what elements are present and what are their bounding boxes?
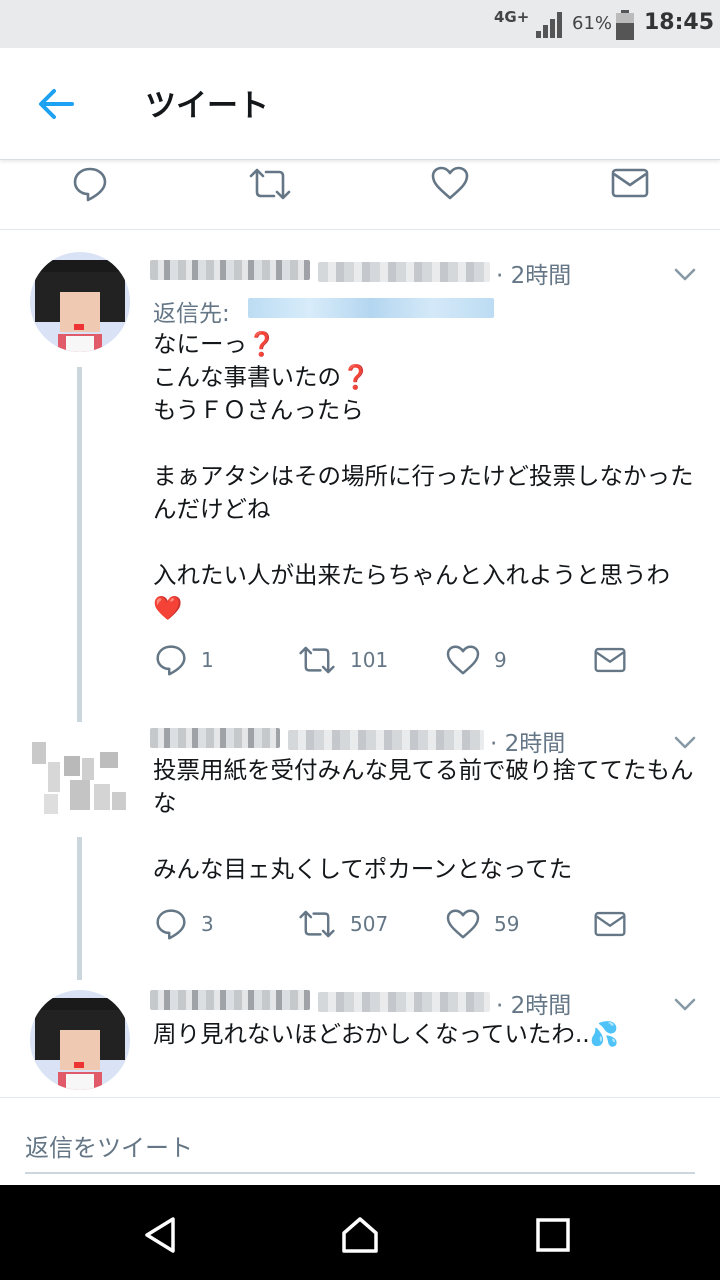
reply-button[interactable]: 3 (155, 904, 214, 944)
clock: 18:45 (644, 10, 715, 35)
retweet-count: 507 (350, 912, 389, 936)
android-nav-bar (0, 1185, 720, 1280)
avatar[interactable] (30, 252, 130, 352)
avatar[interactable] (30, 990, 130, 1090)
tweet-time: · 2時間 (490, 731, 566, 757)
battery-percent: 61% (572, 13, 613, 34)
tweet-3[interactable]: · 2時間 周り見れないほどおかしくなっていたわ..💦 (0, 980, 720, 1097)
dm-icon (594, 647, 626, 673)
back-arrow-icon[interactable] (36, 86, 76, 122)
reply-to-label: 返信先: (153, 301, 230, 327)
tweet-text: 周り見れないほどおかしくなっていたわ..💦 (153, 1020, 620, 1048)
display-name[interactable] (150, 728, 280, 748)
signal-icon (536, 12, 562, 38)
tweet-text: 投票用紙を受付みんな見てる前で破り捨ててたもんな みんな目ェ丸くしてポカーンとな… (153, 756, 694, 883)
display-name[interactable] (150, 990, 310, 1010)
display-name[interactable] (150, 260, 310, 280)
battery-icon (616, 10, 634, 40)
dm-button[interactable] (594, 640, 626, 680)
avatar-image (30, 732, 130, 832)
like-count: 59 (494, 912, 520, 936)
tweet-time: · 2時間 (496, 263, 572, 289)
dm-button[interactable] (594, 904, 626, 944)
status-bar: 4G+ 61% 18:45 (0, 0, 720, 48)
reply-button[interactable]: 1 (155, 640, 214, 680)
network-type: 4G+ (494, 8, 530, 26)
reply-icon (156, 645, 186, 676)
tweet-actions: 1 101 9 (0, 640, 720, 680)
tweet-1[interactable]: · 2時間 返信先: なにーっ❓ こんな事書いたの❓ もうＦＯさんったら まぁア… (0, 232, 720, 722)
input-underline (25, 1172, 695, 1174)
retweet-count: 101 (350, 648, 389, 672)
username[interactable] (318, 992, 490, 1012)
retweet-icon (299, 910, 335, 938)
caret-icon[interactable] (674, 736, 696, 750)
avatar-image (30, 990, 130, 1090)
dm-icon (594, 911, 626, 937)
reply-count: 1 (201, 648, 214, 672)
retweet-icon[interactable] (248, 168, 292, 200)
like-button[interactable]: 59 (446, 904, 519, 944)
app-header: ツイート (0, 48, 720, 160)
reply-count: 3 (201, 912, 214, 936)
nav-recents-icon[interactable] (533, 1215, 573, 1255)
reply-to-handle[interactable] (248, 298, 494, 318)
like-button[interactable]: 9 (446, 640, 507, 680)
reply-composer: 返信をツイート (0, 1097, 720, 1185)
like-count: 9 (494, 648, 507, 672)
caret-icon[interactable] (674, 998, 696, 1012)
tweet-2[interactable]: · 2時間 投票用紙を受付みんな見てる前で破り捨ててたもんな みんな目ェ丸くして… (0, 712, 720, 980)
retweet-icon (299, 646, 335, 674)
like-icon (446, 909, 480, 939)
reply-icon (156, 909, 186, 940)
avatar-image (30, 252, 130, 352)
username[interactable] (318, 262, 490, 282)
tweet-actions: 3 507 59 (0, 904, 720, 944)
username[interactable] (288, 730, 484, 750)
retweet-button[interactable]: 507 (298, 904, 388, 944)
reply-input[interactable]: 返信をツイート (25, 1128, 193, 1163)
reply-icon[interactable] (72, 166, 108, 202)
parent-tweet-actions (0, 160, 720, 230)
nav-home-icon[interactable] (340, 1215, 380, 1255)
like-icon[interactable] (431, 166, 469, 200)
retweet-button[interactable]: 101 (298, 640, 388, 680)
tweet-time: · 2時間 (496, 993, 572, 1019)
dm-icon[interactable] (611, 168, 649, 198)
avatar[interactable] (30, 732, 130, 832)
page-title: ツイート (145, 88, 269, 124)
nav-back-icon[interactable] (141, 1215, 181, 1255)
caret-icon[interactable] (674, 268, 696, 282)
like-icon (446, 645, 480, 675)
tweet-text: なにーっ❓ こんな事書いたの❓ もうＦＯさんったら まぁアタシはその場所に行った… (153, 330, 694, 622)
